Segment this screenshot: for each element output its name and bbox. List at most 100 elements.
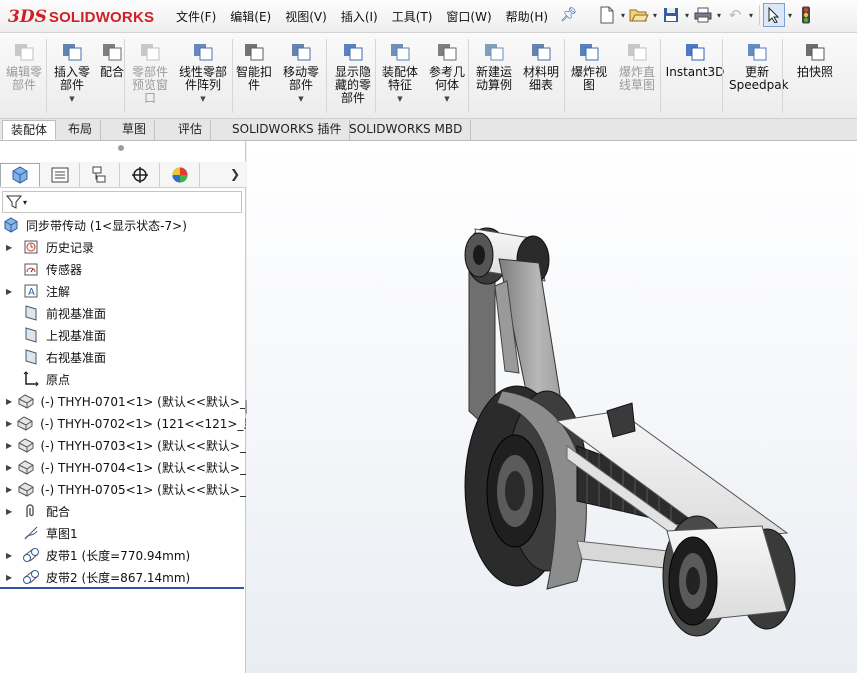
ribbon-command-edit-component[interactable]: 编辑零 部件 bbox=[4, 39, 44, 92]
mates-folder-icon bbox=[22, 502, 40, 520]
menu-item-0[interactable]: 文件(F) bbox=[176, 8, 216, 25]
options-icon[interactable] bbox=[795, 3, 817, 27]
open-icon[interactable] bbox=[628, 3, 650, 27]
tab-2[interactable]: 草图 bbox=[114, 120, 156, 140]
pin-icon[interactable]: 📌︎ bbox=[560, 7, 578, 23]
tab-1[interactable]: 布局 bbox=[60, 120, 102, 140]
menu-bar: 文件(F) 编辑(E) 视图(V) 插入(I) 工具(T) 窗口(W) 帮助(H) bbox=[176, 8, 562, 25]
chevron-right-icon[interactable]: ▶ bbox=[6, 441, 13, 450]
tree-item[interactable]: ▶ 配合 bbox=[0, 500, 246, 522]
tree-item[interactable]: ▶ (-) THYH-0705<1> (默认<<默认>_ bbox=[0, 478, 246, 500]
tree-item[interactable]: ▶ 皮带1 (长度=770.94mm) bbox=[0, 544, 246, 566]
chevron-right-icon[interactable]: ▶ bbox=[6, 507, 18, 516]
chevron-right-icon[interactable]: ▶ bbox=[6, 463, 13, 472]
menu-item-5[interactable]: 窗口(W) bbox=[446, 8, 491, 25]
tree-item[interactable]: ▶ A 注解 bbox=[0, 280, 246, 302]
chevron-right-icon[interactable]: ▶ bbox=[6, 551, 18, 560]
menu-item-2[interactable]: 视图(V) bbox=[285, 8, 327, 25]
tree-item[interactable]: ▶ 皮带2 (长度=867.14mm) bbox=[0, 566, 246, 588]
smart-fastener-icon bbox=[245, 44, 264, 61]
save-dropdown-icon[interactable]: ▾ bbox=[682, 11, 692, 20]
ribbon-command-speedpak[interactable]: 更新 Speedpak bbox=[729, 39, 789, 92]
ribbon-command-move-component[interactable]: 移动零 部件 ▼ bbox=[279, 39, 323, 106]
tree-item[interactable]: ▶ (-) THYH-0703<1> (默认<<默认>_ bbox=[0, 434, 246, 456]
tab-4[interactable]: SOLIDWORKS 插件 bbox=[224, 120, 351, 140]
chevron-right-icon[interactable]: ▶ bbox=[6, 243, 18, 252]
tree-item-label: 皮带2 (长度=867.14mm) bbox=[46, 570, 191, 585]
tree-item[interactable]: ▶ (-) THYH-0704<1> (默认<<默认>_ bbox=[0, 456, 246, 478]
ribbon-command-instant3d[interactable]: Instant3D bbox=[665, 39, 725, 79]
belt-drive-model[interactable] bbox=[247, 141, 857, 673]
chevron-right-icon[interactable]: ❯ bbox=[230, 167, 240, 181]
ribbon-command-reference-geometry[interactable]: 参考几 何体 ▼ bbox=[425, 39, 469, 106]
tree-item[interactable]: 草图1 bbox=[0, 522, 246, 544]
tree-filter[interactable]: ▾ bbox=[2, 191, 242, 213]
chevron-down-icon[interactable]: ▼ bbox=[279, 93, 323, 106]
chevron-down-icon[interactable]: ▼ bbox=[425, 93, 469, 106]
menu-item-1[interactable]: 编辑(E) bbox=[230, 8, 271, 25]
ribbon-command-insert-component[interactable]: 插入零 部件 ▼ bbox=[50, 39, 94, 106]
tree-item[interactable]: ▶ 历史记录 bbox=[0, 236, 246, 258]
feature-manager-icon[interactable] bbox=[0, 163, 40, 187]
tree-item[interactable]: 右视基准面 bbox=[0, 346, 246, 368]
ribbon-command-explode-line[interactable]: 爆炸直 线草图 bbox=[614, 39, 660, 92]
quick-access-toolbar: ▾ ▾ ▾ ▾ ↶ ▾ ▾ bbox=[596, 3, 817, 27]
display-manager-icon[interactable] bbox=[160, 163, 200, 187]
tree-item[interactable]: 上视基准面 bbox=[0, 324, 246, 346]
select-dropdown-icon[interactable]: ▾ bbox=[785, 11, 795, 20]
tab-3[interactable]: 评估 bbox=[170, 120, 212, 140]
undo-icon[interactable]: ↶ bbox=[724, 3, 746, 27]
tree-item[interactable]: 原点 bbox=[0, 368, 246, 390]
ribbon-command-linear-pattern[interactable]: 线性零部 件阵列 ▼ bbox=[176, 39, 230, 106]
ribbon-command-snapshot[interactable]: 拍快照 bbox=[788, 39, 842, 79]
tree-item-label: (-) THYH-0701<1> (默认<<默认>_ bbox=[40, 394, 247, 409]
ribbon-command-label: 编辑零 部件 bbox=[5, 65, 42, 92]
menu-item-6[interactable]: 帮助(H) bbox=[506, 8, 548, 25]
ribbon-command-motion-study[interactable]: 新建运 动算例 bbox=[472, 39, 516, 92]
tree-item[interactable]: ▶ (-) THYH-0702<1> (121<<121>_显 bbox=[0, 412, 246, 434]
tab-0[interactable]: 装配体 bbox=[2, 120, 57, 140]
tree-item[interactable]: 前视基准面 bbox=[0, 302, 246, 324]
ribbon-command-show-hidden[interactable]: 显示隐 藏的零 部件 bbox=[330, 39, 376, 105]
chevron-right-icon[interactable]: ▶ bbox=[6, 397, 13, 406]
save-icon[interactable] bbox=[660, 3, 682, 27]
tree-item[interactable]: ▶ (-) THYH-0701<1> (默认<<默认>_ bbox=[0, 390, 246, 412]
configuration-manager-icon[interactable] bbox=[80, 163, 120, 187]
chevron-down-icon[interactable]: ▼ bbox=[176, 93, 230, 106]
history-icon bbox=[22, 238, 40, 256]
new-icon[interactable] bbox=[596, 3, 618, 27]
tree-item[interactable]: 传感器 bbox=[0, 258, 246, 280]
ribbon-command-smart-fastener[interactable]: 智能扣 件 bbox=[234, 39, 274, 92]
chevron-right-icon[interactable]: ▶ bbox=[6, 485, 13, 494]
chevron-right-icon[interactable]: ▶ bbox=[6, 573, 18, 582]
filter-dropdown-icon[interactable]: ▾ bbox=[23, 198, 27, 207]
tab-5[interactable]: SOLIDWORKS MBD bbox=[341, 120, 472, 140]
ribbon-command-mate[interactable]: 配合 bbox=[97, 39, 127, 79]
tree-item-label: 右视基准面 bbox=[46, 350, 107, 365]
ribbon-command-label: 零部件 预览窗 口 bbox=[131, 65, 168, 105]
chevron-down-icon[interactable]: ▼ bbox=[378, 93, 422, 106]
solidworks-logo[interactable]: 3DS SOLIDWORKS bbox=[8, 5, 154, 29]
new-dropdown-icon[interactable]: ▾ bbox=[618, 11, 628, 20]
print-icon[interactable] bbox=[692, 3, 714, 27]
tree-item-label: 皮带1 (长度=770.94mm) bbox=[46, 548, 191, 563]
chevron-right-icon[interactable]: ▶ bbox=[6, 419, 12, 428]
tree-item[interactable]: 同步带传动 (1<显示状态-7>) bbox=[0, 214, 246, 236]
tree-end-marker bbox=[0, 587, 244, 589]
undo-dropdown-icon[interactable]: ▾ bbox=[746, 11, 756, 20]
ribbon-command-component-preview[interactable]: 零部件 预览窗 口 bbox=[128, 39, 172, 105]
chevron-right-icon[interactable]: ▶ bbox=[6, 287, 18, 296]
ribbon-command-exploded-view[interactable]: 爆炸视 图 bbox=[568, 39, 610, 92]
open-dropdown-icon[interactable]: ▾ bbox=[650, 11, 660, 20]
menu-item-3[interactable]: 插入(I) bbox=[341, 8, 378, 25]
ribbon-command-bom[interactable]: 材料明 细表 bbox=[520, 39, 562, 92]
print-dropdown-icon[interactable]: ▾ bbox=[714, 11, 724, 20]
ribbon-command-assembly-feature[interactable]: 装配体 特征 ▼ bbox=[378, 39, 422, 106]
property-manager-icon[interactable] bbox=[40, 163, 80, 187]
chevron-down-icon[interactable]: ▼ bbox=[50, 93, 94, 106]
menu-item-4[interactable]: 工具(T) bbox=[392, 8, 433, 25]
select-icon[interactable] bbox=[763, 3, 785, 27]
panel-grip-handle[interactable] bbox=[118, 145, 124, 151]
dimxpert-icon[interactable] bbox=[120, 163, 160, 187]
graphics-area[interactable] bbox=[247, 141, 857, 673]
